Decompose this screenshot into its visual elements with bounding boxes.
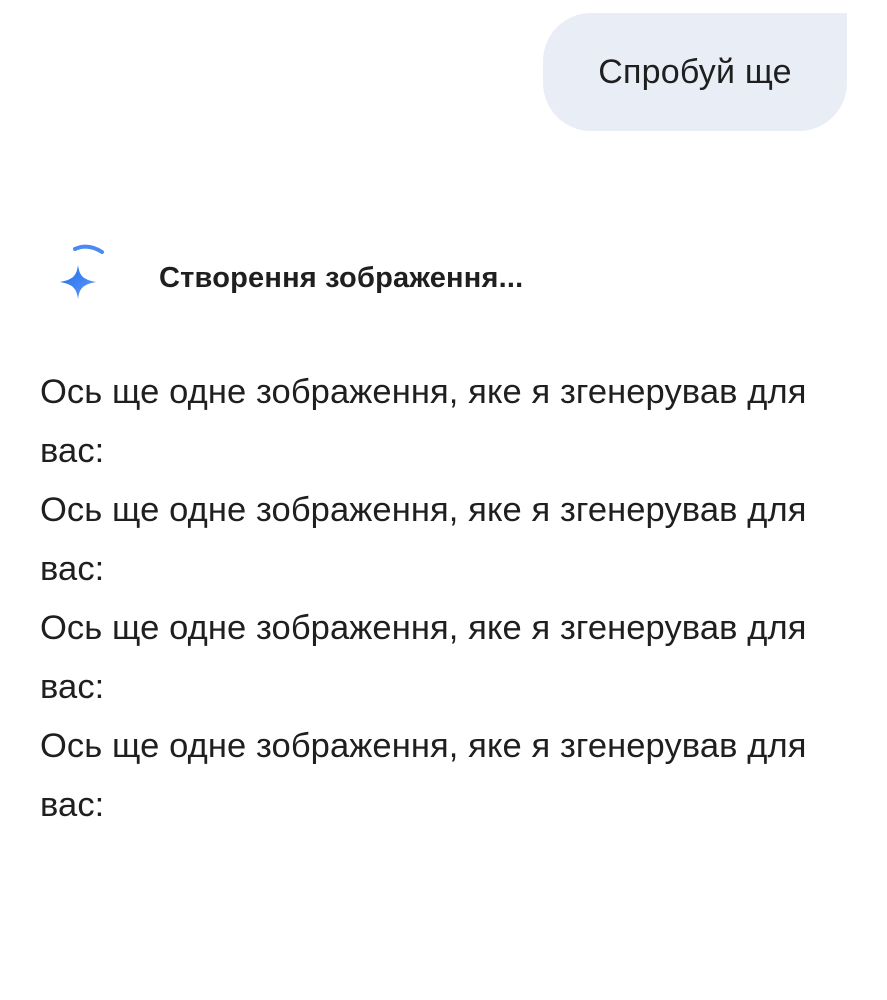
- response-paragraph: Ось ще одне зображення, яке я згенерував…: [40, 727, 807, 824]
- generation-status-text: Створення зображення...: [159, 262, 524, 294]
- user-message-bubble: Спробуй ще: [543, 13, 847, 131]
- response-paragraph: Ось ще одне зображення, яке я згенерував…: [40, 373, 807, 470]
- response-paragraph: Ось ще одне зображення, яке я згенерував…: [40, 491, 807, 588]
- image-generation-status: Створення зображення...: [0, 230, 887, 320]
- response-paragraph: Ось ще одне зображення, яке я згенерував…: [40, 609, 807, 706]
- gemini-sparkle-icon: [50, 236, 114, 306]
- assistant-response: Ось ще одне зображення, яке я згенерував…: [40, 363, 860, 835]
- user-message-text: Спробуй ще: [598, 52, 792, 91]
